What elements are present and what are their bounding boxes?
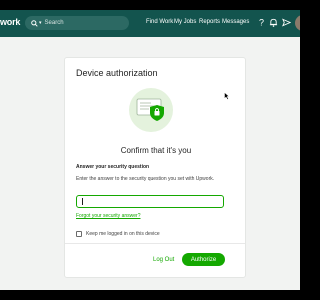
security-answer-input[interactable] <box>76 195 224 208</box>
help-icon[interactable]: ? <box>257 18 266 27</box>
mouse-pointer-icon <box>224 87 230 100</box>
device-authorization-card: Device authorization Confirm that it's y… <box>64 57 246 278</box>
upwork-logo[interactable]: work <box>0 17 20 27</box>
nav-find-work[interactable]: Find Work <box>146 19 173 25</box>
confirm-heading: Confirm that it's you <box>120 146 192 155</box>
search-bar[interactable]: ▾ Search <box>25 16 129 30</box>
nav-my-jobs[interactable]: My Jobs <box>174 19 196 25</box>
shield-illustration-icon <box>129 88 173 132</box>
security-question-label: Answer your security question <box>76 164 150 170</box>
chevron-down-icon[interactable]: ▾ <box>39 20 42 26</box>
search-placeholder: Search <box>44 20 64 26</box>
bell-icon[interactable] <box>269 18 278 27</box>
app-screen: work ▾ Search Find Work My Jobs Reports … <box>0 10 300 290</box>
top-navigation-bar: work ▾ Search Find Work My Jobs Reports … <box>0 10 300 37</box>
keep-logged-in-checkbox[interactable] <box>76 231 82 237</box>
avatar[interactable] <box>295 15 300 31</box>
logout-button[interactable]: Log Out <box>153 257 174 263</box>
divider <box>65 243 245 244</box>
text-cursor <box>82 198 83 205</box>
send-icon[interactable] <box>282 18 291 27</box>
svg-text:?: ? <box>259 18 264 27</box>
nav-messages[interactable]: Messages <box>222 19 249 25</box>
dialog-title: Device authorization <box>76 68 158 78</box>
keep-logged-in-label: Keep me logged in on this device <box>86 231 160 237</box>
nav-reports[interactable]: Reports <box>199 19 220 25</box>
forgot-answer-link[interactable]: Forgot your security answer? <box>76 213 140 219</box>
search-icon <box>31 14 38 32</box>
security-question-help: Enter the answer to the security questio… <box>76 176 215 182</box>
keep-logged-in-row[interactable]: Keep me logged in on this device <box>76 231 160 237</box>
authorize-button[interactable]: Authorize <box>182 253 225 266</box>
